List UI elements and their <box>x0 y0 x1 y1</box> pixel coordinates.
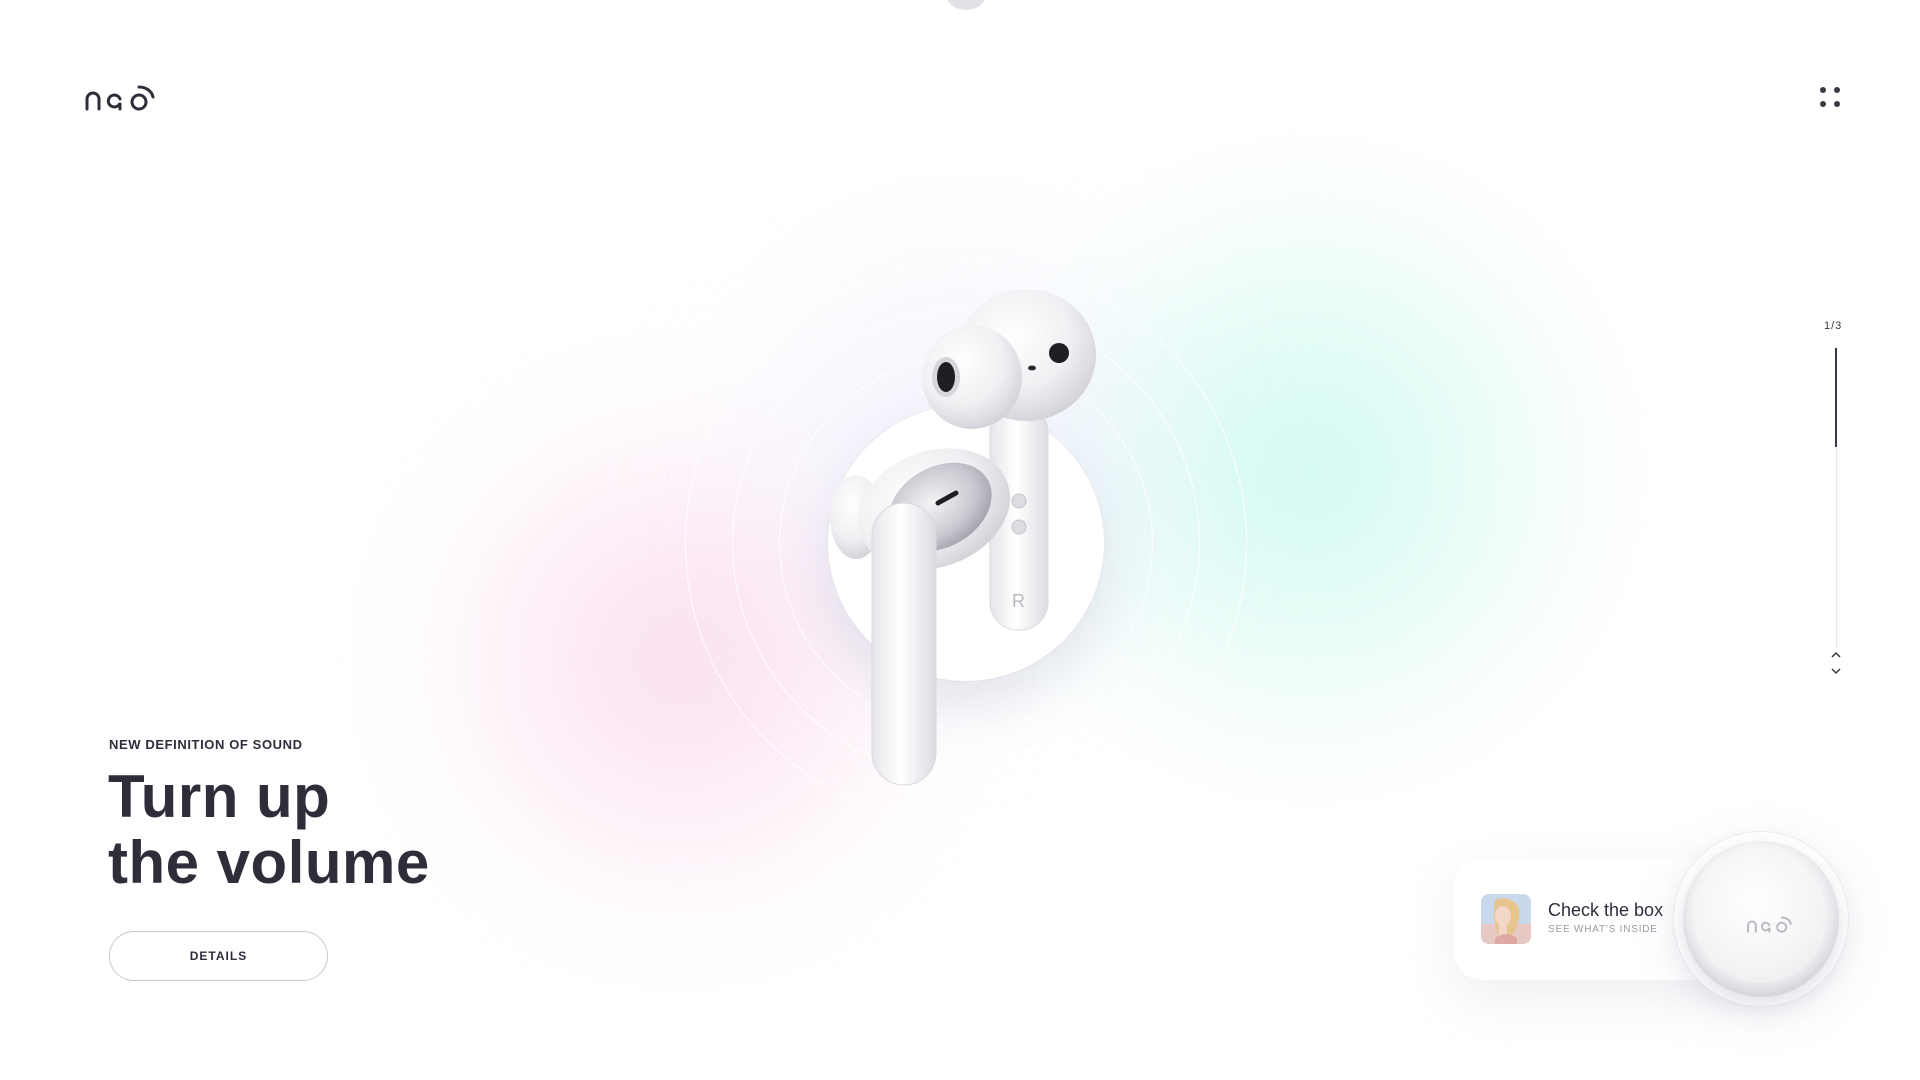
slide-counter: 1/3 <box>1824 320 1843 332</box>
top-scroll-indicator <box>946 0 986 10</box>
headline-line-2: the volume <box>108 829 430 896</box>
headline-line-1: Turn up <box>108 763 331 830</box>
chevron-up-icon[interactable] <box>1828 648 1844 662</box>
grid-dots-icon[interactable] <box>1820 84 1846 110</box>
hero-headline: Turn up the volume <box>108 764 430 896</box>
promo-thumbnail <box>1481 894 1531 944</box>
case-logo <box>1747 916 1792 933</box>
charging-case-button[interactable] <box>1683 841 1839 997</box>
nao-logo[interactable] <box>84 80 164 114</box>
charging-case-lid <box>1695 851 1827 983</box>
page: R 1/3 NEW DEFINITION OF SOUND Turn up th… <box>0 0 1920 1080</box>
hero-eyebrow: NEW DEFINITION OF SOUND <box>109 737 303 752</box>
details-button[interactable]: DETAILS <box>109 931 328 981</box>
promo-title: Check the box <box>1548 900 1664 920</box>
earbud-marking: R <box>1012 591 1025 611</box>
slide-progress-fill <box>1835 348 1837 447</box>
chevron-down-icon[interactable] <box>1828 664 1844 678</box>
promo-subtitle: SEE WHAT'S INSIDE <box>1548 924 1658 935</box>
earbuds-image: R <box>830 289 1096 786</box>
